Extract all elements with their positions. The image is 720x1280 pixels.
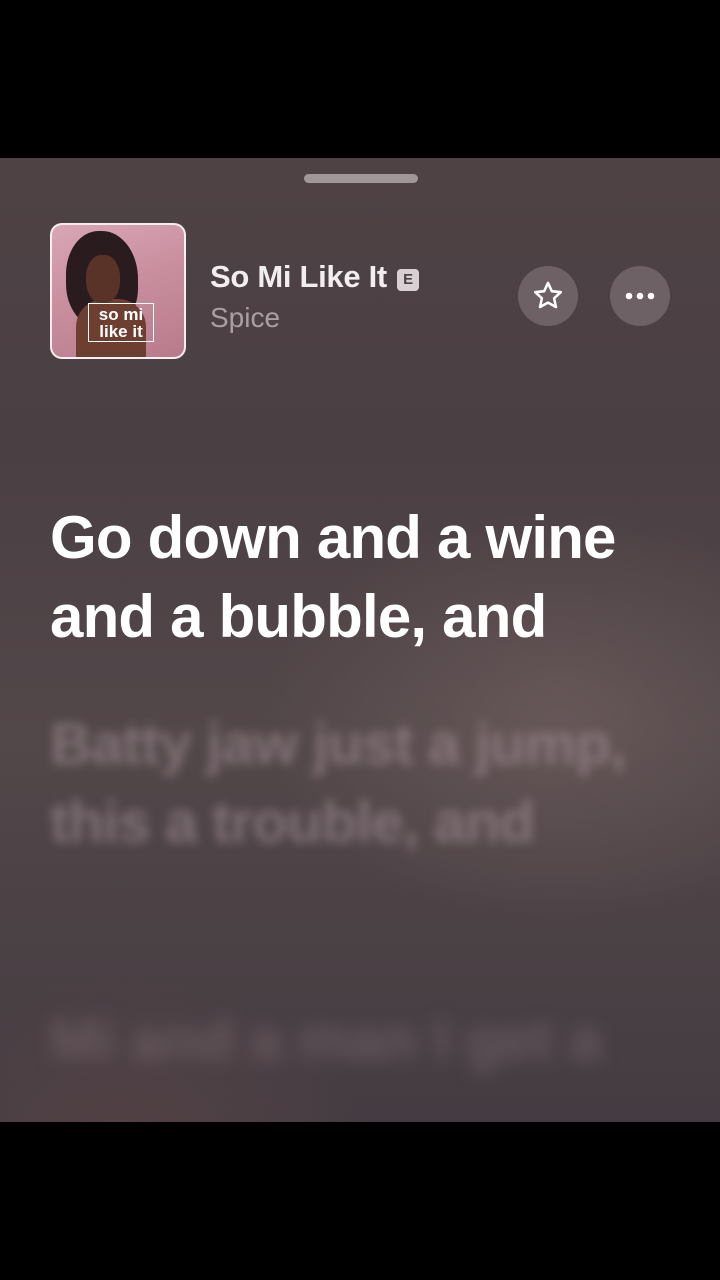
favorite-button[interactable]	[518, 266, 578, 326]
artwork-title-text: so mi like it	[88, 303, 154, 342]
more-options-button[interactable]	[610, 266, 670, 326]
artwork-figure-face	[86, 255, 120, 303]
explicit-badge: E	[396, 269, 419, 291]
now-playing-lyrics-sheet: so mi like it So Mi Like It E Spice Go do…	[0, 158, 720, 1122]
artist-name[interactable]: Spice	[210, 302, 280, 334]
lyric-line-current[interactable]: Go down and a wine and a bubble, and	[50, 498, 690, 656]
sheet-grabber-handle[interactable]	[304, 174, 418, 183]
ellipsis-icon	[625, 292, 655, 300]
lyric-line-next[interactable]: Batty jaw just a jump, this a trouble, a…	[50, 706, 690, 862]
album-artwork[interactable]: so mi like it	[50, 223, 186, 359]
star-outline-icon	[533, 281, 563, 309]
song-title-row[interactable]: So Mi Like It E	[210, 259, 419, 295]
song-title: So Mi Like It	[210, 259, 387, 294]
lyric-line-following[interactable]: Mi and a man I get a	[50, 1002, 690, 1080]
